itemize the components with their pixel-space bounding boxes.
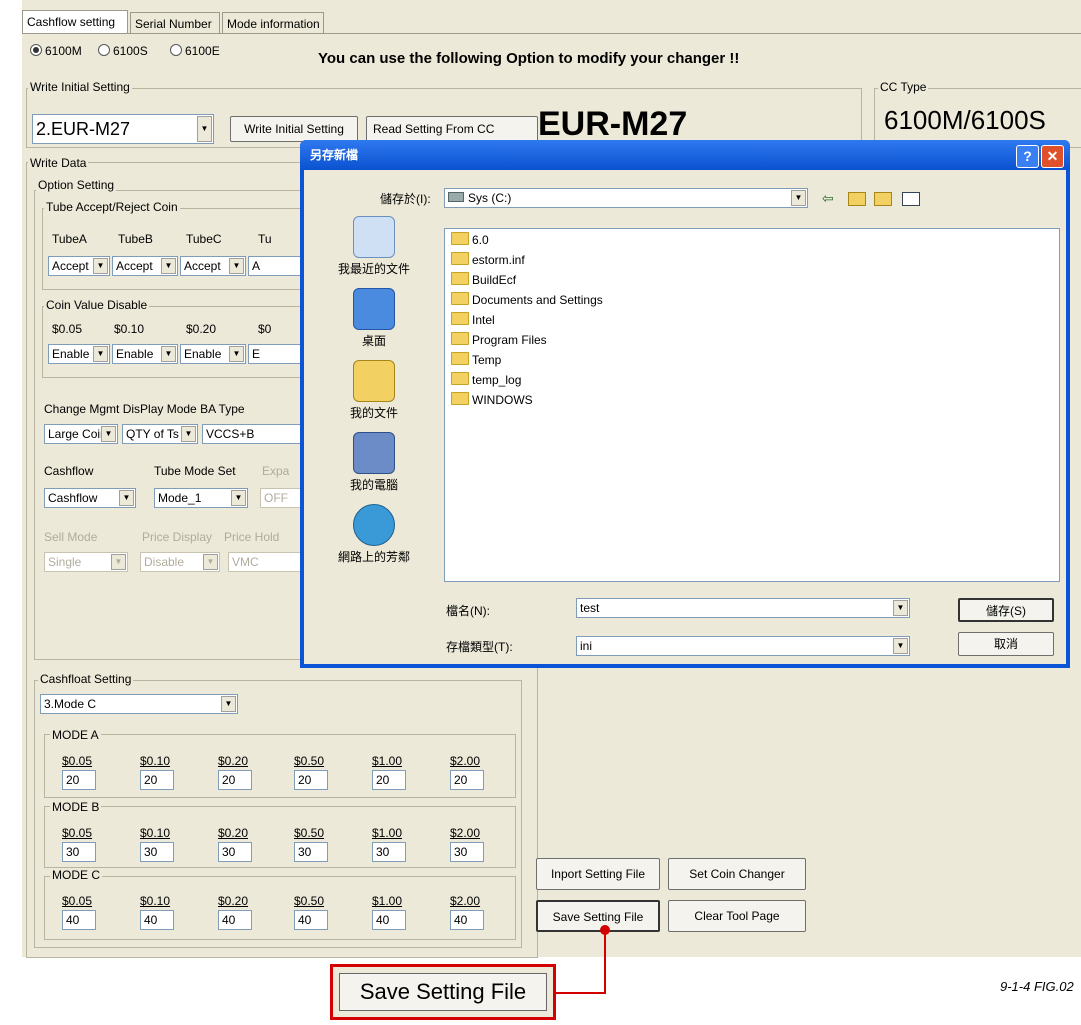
callout-line [556, 930, 606, 994]
callout-button: Save Setting File [339, 973, 547, 1011]
figure-label: 9-1-4 FIG.02 [1000, 979, 1074, 994]
callout-connector [556, 925, 610, 994]
callout-box: Save Setting File [330, 964, 556, 1020]
